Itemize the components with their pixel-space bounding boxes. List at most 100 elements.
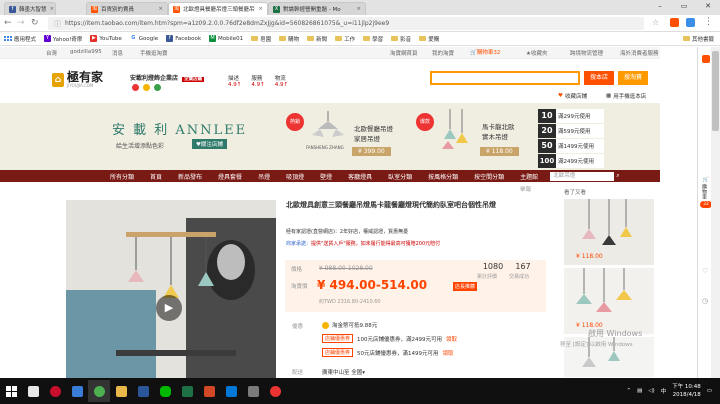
nav-item[interactable]: 按空間分類 <box>466 172 512 181</box>
close-icon[interactable]: × <box>50 6 55 12</box>
bookmark-item[interactable]: G Google <box>129 35 158 42</box>
nav-item[interactable]: 吊燈 <box>250 172 278 181</box>
star-icon[interactable]: ☆ <box>652 18 659 27</box>
close-icon[interactable]: × <box>258 6 263 12</box>
overseas-service-link[interactable]: 海外消費者服務 <box>620 49 659 57</box>
bookmark-folder[interactable]: 工作 <box>335 35 355 43</box>
product-main-image[interactable]: ▶ <box>66 200 276 378</box>
close-window-icon[interactable]: ✕ <box>696 0 720 15</box>
jiyoujia-logo[interactable]: ⌂ 極有家 JIYOUJIA.COM <box>52 71 103 88</box>
related-item[interactable]: ¥ 118.00 <box>564 199 654 265</box>
nav-item[interactable]: 壁燈 <box>312 172 340 181</box>
coupon-item[interactable]: 50 滿1499元使用 <box>538 139 604 153</box>
cart-link[interactable]: 🛒購物車32 <box>470 48 500 56</box>
nav-item[interactable]: 客廳燈具 <box>340 172 380 181</box>
favorite-shop-link[interactable]: ♥ 收藏店鋪 <box>558 92 587 100</box>
bookmark-item[interactable]: f Facebook <box>166 35 201 42</box>
taskbar-app[interactable] <box>154 380 176 402</box>
heart-icon[interactable]: ♡ <box>702 267 708 275</box>
messages-link[interactable]: 消息 <box>112 49 123 57</box>
related-item[interactable]: ¥ 118.00 <box>564 268 654 334</box>
promo-card[interactable]: 熱銷 FANSHENG ZHANG 北歐餐廳吊燈 家居吊燈 ¥ 399.00 <box>286 107 408 167</box>
browser-tab[interactable]: X 對論幹經營開重題 - Mo × <box>268 2 366 15</box>
my-taobao-link[interactable]: 我的淘寶 <box>432 49 454 57</box>
coupon-item[interactable]: 100 滿2499元使用 <box>538 154 604 168</box>
get-coupon-button[interactable]: 領取 <box>446 335 457 343</box>
bookmark-folder[interactable]: 購物 <box>279 35 299 43</box>
username-link[interactable]: godzilla995 <box>70 49 102 55</box>
extension-icon[interactable] <box>670 18 679 27</box>
nav-item[interactable]: 吸頂燈 <box>278 172 312 181</box>
taobao-home-link[interactable]: 淘寶網首頁 <box>390 49 418 57</box>
mobile-link[interactable]: 手機逛淘寶 <box>140 49 168 57</box>
menu-icon[interactable]: ⋮ <box>704 17 713 27</box>
taskbar-app[interactable] <box>44 380 66 402</box>
nav-item[interactable]: 主題館 <box>512 172 546 181</box>
taskbar-app[interactable] <box>22 380 44 402</box>
extension-icon[interactable] <box>686 18 695 27</box>
reload-icon[interactable]: ↻ <box>31 18 39 28</box>
mobile-shop-link[interactable]: ▦ 用手機逛本店 <box>606 92 646 100</box>
taskbar-app[interactable] <box>110 380 132 402</box>
taskbar-app[interactable] <box>88 380 110 402</box>
network-icon[interactable]: ▤ <box>637 388 642 394</box>
new-tab-button[interactable] <box>366 2 380 15</box>
logistics-link[interactable]: 跨境物流管理 <box>570 49 603 57</box>
close-icon[interactable]: × <box>158 6 163 12</box>
nav-item[interactable]: 燈具套餐 <box>210 172 250 181</box>
bookmark-item[interactable]: 應用程式 <box>4 35 36 43</box>
nav-item[interactable]: 臥室分類 <box>380 172 420 181</box>
bookmark-folder[interactable]: 新聞 <box>307 35 327 43</box>
search-taobao-button[interactable]: 搜淘寶 <box>618 71 649 85</box>
url-input[interactable]: ⓘ https://item.taobao.com/item.htm?spm=a… <box>48 17 644 30</box>
taskbar-app[interactable] <box>66 380 88 402</box>
clock-icon[interactable]: ◷ <box>702 297 708 305</box>
favorites-link[interactable]: ★收藏夾 <box>526 49 547 57</box>
forward-icon[interactable]: → <box>17 18 25 28</box>
play-video-button[interactable]: ▶ <box>156 295 182 321</box>
notification-icon[interactable]: ▭ <box>707 388 712 394</box>
chevron-up-icon[interactable]: ⌃ <box>626 388 631 394</box>
coupon-item[interactable]: 10 滿299元使用 <box>538 109 604 123</box>
start-button[interactable] <box>0 380 22 402</box>
page-scrollbar[interactable] <box>711 47 720 378</box>
nav-item[interactable]: 新品發布 <box>170 172 210 181</box>
get-coupon-button[interactable]: 領取 <box>443 349 454 357</box>
browser-tab[interactable]: 淘 百貨別的賣員 × <box>86 2 168 15</box>
shop-name[interactable]: 安載利燈飾企業店 企業店鋪 <box>130 73 205 82</box>
bookmark-item[interactable]: M Mobile01 <box>209 35 243 42</box>
bookmark-folder-other[interactable]: 其他書籤 <box>682 35 720 43</box>
ime-icon[interactable]: 中 <box>661 387 667 395</box>
back-icon[interactable]: ← <box>4 18 12 28</box>
taskbar-app[interactable] <box>198 380 220 402</box>
coupon-item[interactable]: 20 滿599元使用 <box>538 124 604 138</box>
region-selector[interactable]: 台灣 <box>46 49 57 57</box>
bookmark-item[interactable]: ▶ YouTube <box>90 35 122 42</box>
nav-item[interactable]: 所有分類 <box>0 172 142 181</box>
bookmark-folder[interactable]: 學習 <box>363 35 383 43</box>
maximize-icon[interactable]: ▭ <box>672 0 696 15</box>
close-icon[interactable]: × <box>356 6 361 12</box>
shipping-destination[interactable]: 廣東中山至 全國▾ <box>322 368 365 376</box>
promo-card[interactable]: 爆款 馬卡龍北歐 實木吊燈 ¥ 118.00 <box>416 107 534 167</box>
bookmark-folder[interactable]: 皂園 <box>251 35 271 43</box>
bookmark-folder[interactable]: 影音 <box>391 35 411 43</box>
search-input[interactable] <box>430 71 580 85</box>
review-count[interactable]: 1080 <box>481 262 505 271</box>
scrollbar-thumb[interactable] <box>712 51 719 131</box>
clock[interactable]: 下午 10:48 2018/4/18 <box>672 383 701 399</box>
browser-tab-active[interactable]: 淘 北歐燈具餐廳吊燈三頭餐廳吊燈 × <box>168 2 268 15</box>
taskbar-app[interactable] <box>176 380 198 402</box>
taskbar-app[interactable] <box>242 380 264 402</box>
bookmark-item[interactable]: Y Yahoo!奇摩 <box>44 35 82 43</box>
user-icon[interactable] <box>702 55 710 63</box>
taskbar-app[interactable] <box>220 380 242 402</box>
minimize-icon[interactable]: – <box>648 0 672 15</box>
taskbar-app[interactable] <box>132 380 154 402</box>
search-icon[interactable]: ⌕ <box>616 172 619 180</box>
nav-item[interactable]: 按風格分類 <box>420 172 466 181</box>
browser-tab[interactable]: f 韓墨大智慧 × <box>4 2 56 15</box>
search-shop-button[interactable]: 搜本店 <box>584 71 615 85</box>
bookmark-folder[interactable]: 愛購 <box>419 35 439 43</box>
report-link[interactable]: 舉報 <box>520 185 531 193</box>
